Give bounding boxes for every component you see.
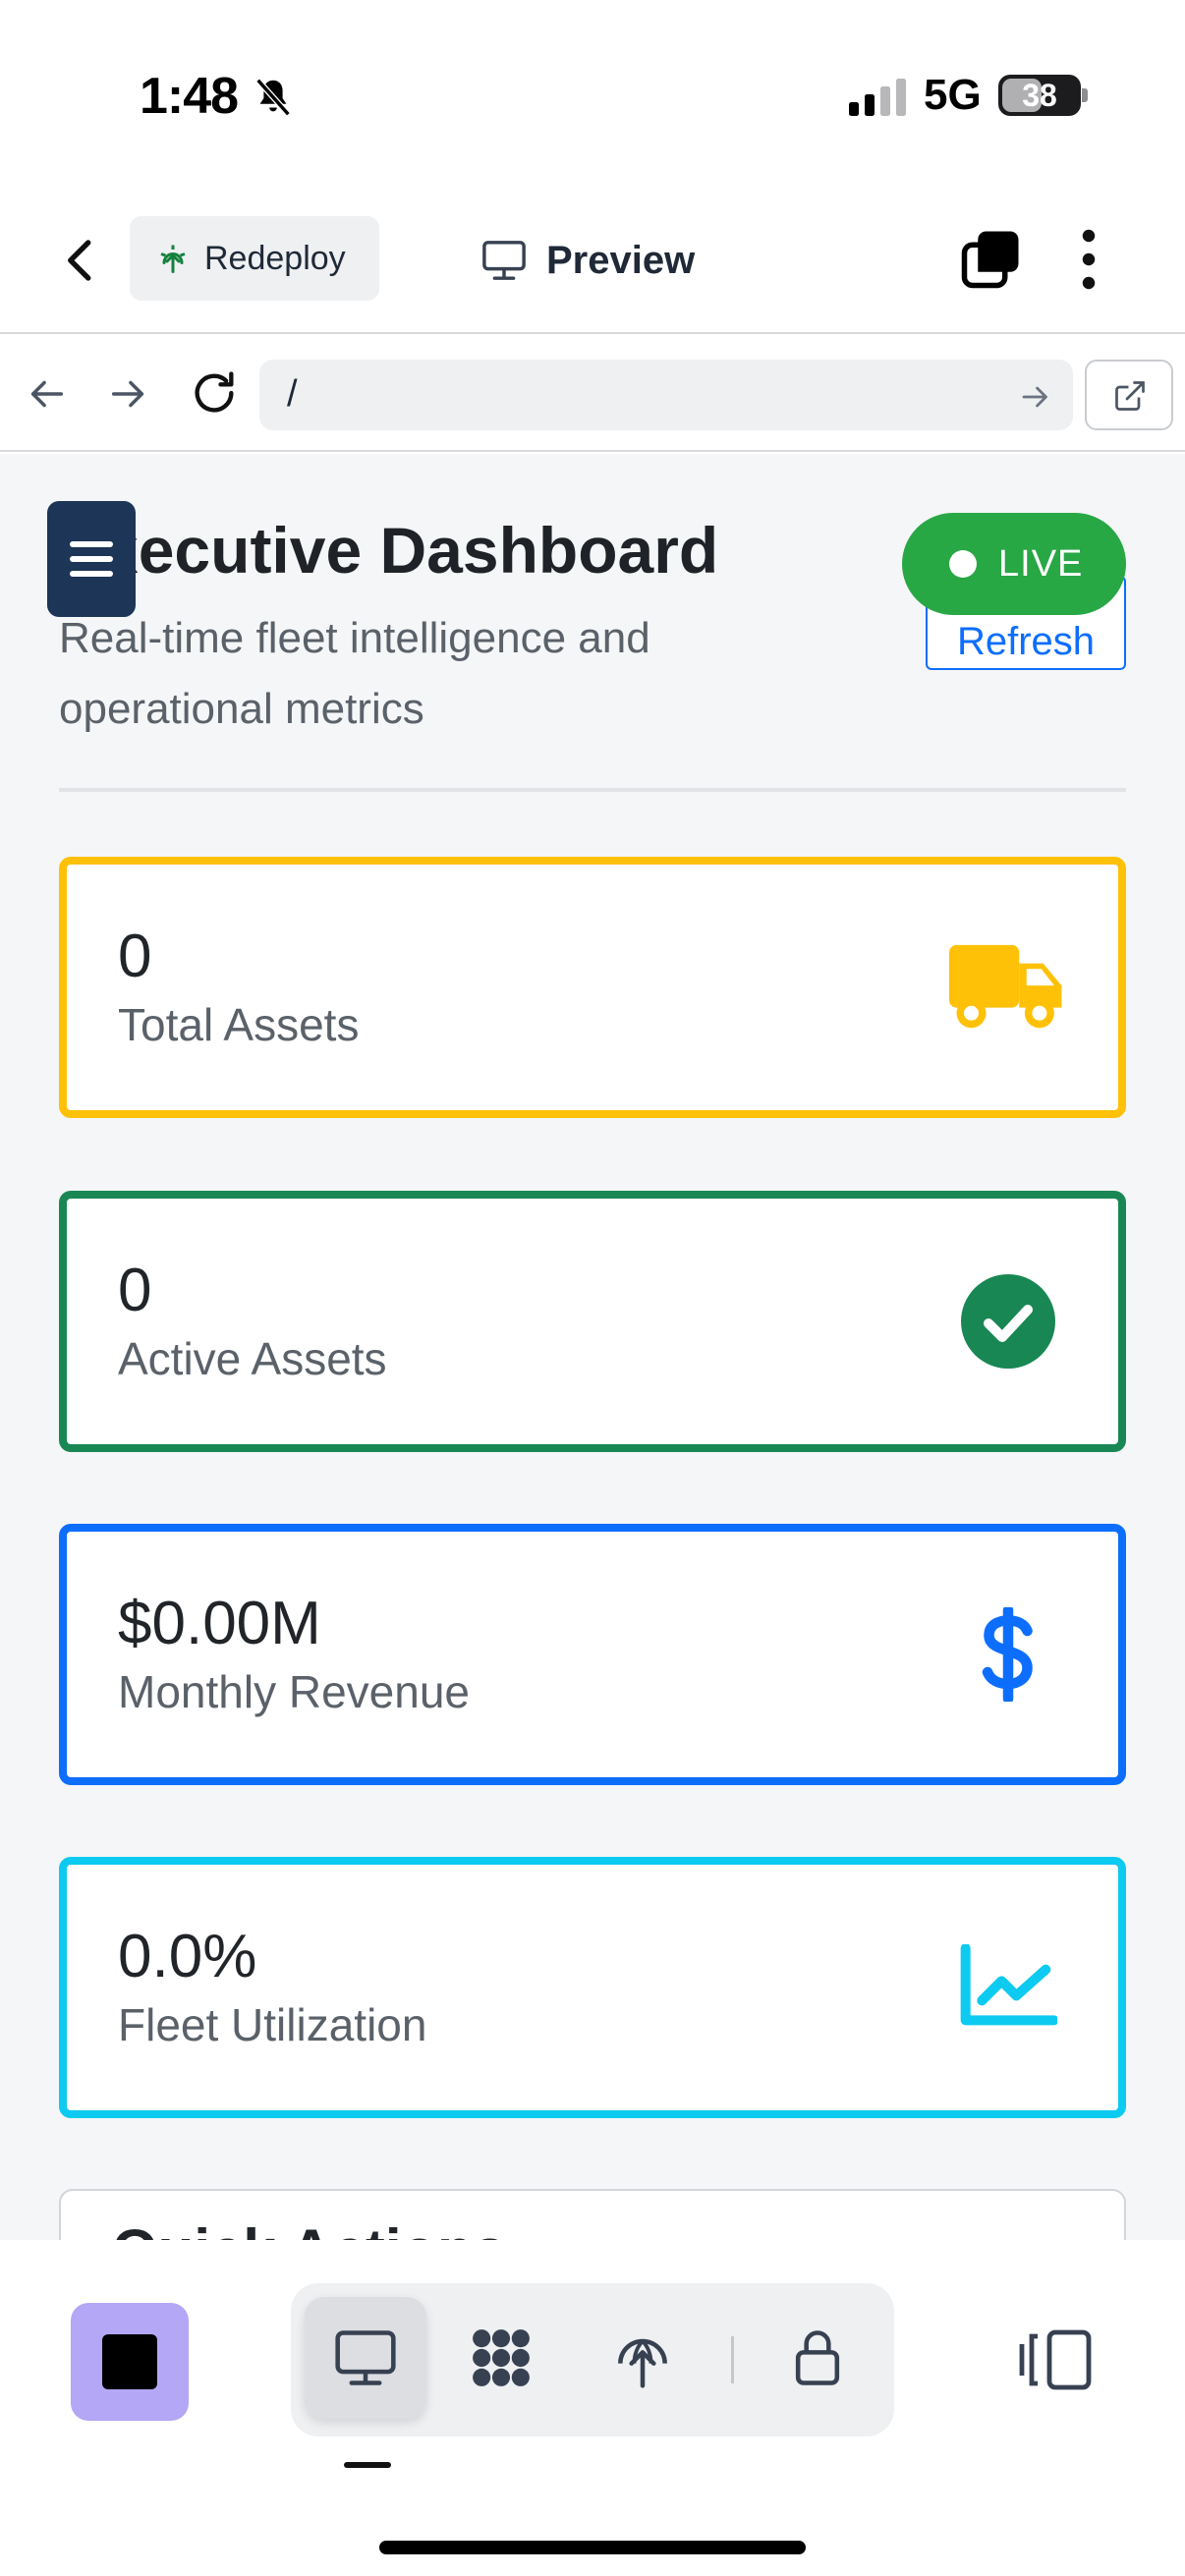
stat-value: 0 [118, 923, 152, 990]
stat-card-fleet-utilization: 0.0% Fleet Utilization [59, 1857, 1126, 2118]
redeploy-button[interactable]: Redeploy [130, 216, 379, 301]
status-bar: 1:48 5G 38 [0, 0, 1185, 187]
quick-actions-title: Quick Actions [112, 2216, 506, 2240]
bell-slash-icon [255, 78, 291, 117]
deploy-tool-button[interactable] [582, 2297, 704, 2419]
stat-value: 0 [118, 1257, 152, 1324]
preview-tab[interactable]: Preview [481, 236, 695, 285]
stat-label: Monthly Revenue [118, 1666, 470, 1717]
active-tab-indicator [344, 2462, 391, 2468]
windows-icon[interactable] [959, 226, 1024, 291]
live-badge: LIVE [902, 513, 1126, 615]
lock-icon [795, 2330, 840, 2385]
stat-label: Fleet Utilization [118, 1999, 427, 2050]
toolbar-separator [731, 2336, 734, 2383]
stat-label: Active Assets [118, 1333, 387, 1384]
divider [59, 788, 1126, 792]
workflow-icon [473, 2329, 530, 2386]
stat-card-total-assets: 0 Total Assets [59, 857, 1126, 1118]
monitor-icon [335, 2330, 396, 2385]
battery-icon: 38 [998, 75, 1081, 116]
arrow-right-icon[interactable] [106, 371, 151, 417]
truck-icon [949, 933, 1067, 1041]
stat-value: 0.0% [118, 1923, 257, 1990]
stat-label: Total Assets [118, 999, 360, 1050]
stop-button[interactable] [71, 2303, 189, 2421]
deploy-icon [160, 245, 186, 273]
chart-line-icon [949, 1933, 1067, 2042]
open-external-button[interactable] [1085, 360, 1173, 430]
preview-tool-button[interactable] [305, 2297, 426, 2419]
redeploy-label: Redeploy [204, 239, 346, 277]
panel-toggle-icon[interactable] [1018, 2328, 1093, 2391]
stat-value: $0.00M [118, 1590, 321, 1657]
page-title: Executive Dashboard [59, 514, 719, 587]
check-circle-icon [949, 1267, 1067, 1375]
page-subtitle: Real-time fleet intelligence and operati… [59, 614, 650, 733]
signal-icon [849, 79, 906, 116]
bottom-toolbar [0, 2240, 1185, 2576]
workflow-tool-button[interactable] [440, 2297, 562, 2419]
stop-icon [102, 2334, 157, 2389]
monitor-icon [482, 241, 526, 280]
tool-group [291, 2283, 894, 2436]
deploy-icon [618, 2338, 667, 2388]
app-header: Redeploy Preview [0, 187, 1185, 334]
arrow-left-icon[interactable] [24, 371, 69, 417]
preview-label: Preview [546, 238, 696, 282]
dashboard-content: Executive Dashboard Real-time fleet inte… [0, 454, 1185, 2240]
stat-card-active-assets: 0 Active Assets [59, 1191, 1126, 1452]
hamburger-icon [70, 541, 113, 577]
battery-level: 38 [1022, 78, 1057, 113]
stat-card-monthly-revenue: $0.00M Monthly Revenue [59, 1524, 1126, 1785]
network-label: 5G [924, 71, 982, 119]
live-label: LIVE [998, 542, 1084, 585]
more-vertical-icon[interactable] [1077, 228, 1100, 291]
external-link-icon [1115, 381, 1145, 411]
quick-actions-card: Quick Actions [59, 2189, 1126, 2240]
dollar-icon [949, 1600, 1067, 1708]
menu-button[interactable] [47, 501, 136, 617]
browser-bar: / [0, 336, 1185, 452]
reload-icon[interactable] [189, 367, 240, 419]
chevron-left-icon[interactable] [55, 234, 108, 287]
url-input[interactable]: / [259, 360, 1073, 430]
lock-tool-button[interactable] [757, 2297, 878, 2419]
live-dot [949, 550, 977, 578]
go-arrow-icon[interactable] [1018, 379, 1053, 415]
status-time: 1:48 [140, 68, 239, 125]
url-text: / [287, 373, 298, 415]
home-indicator [379, 2541, 806, 2554]
